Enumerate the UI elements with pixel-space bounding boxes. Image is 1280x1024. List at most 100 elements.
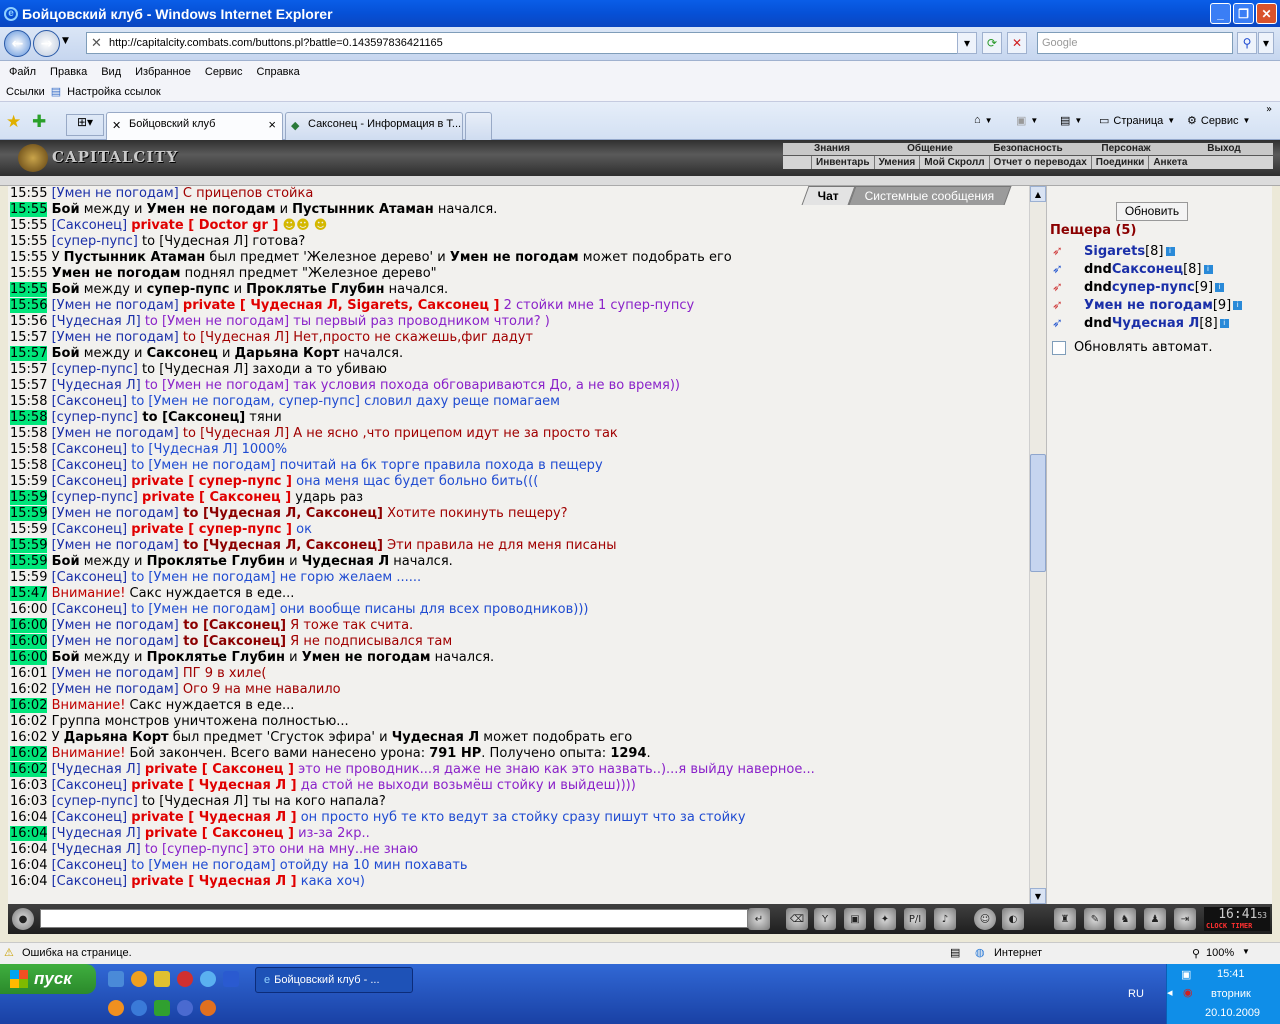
message-sender[interactable]: [Умен не погодам] bbox=[52, 618, 179, 633]
chat-scrollbar[interactable]: ▲ ▼ bbox=[1029, 186, 1046, 904]
scroll-down-icon[interactable]: ▼ bbox=[1030, 888, 1046, 904]
info-icon[interactable]: i bbox=[1203, 264, 1213, 274]
message-sender[interactable]: [Умен не погодам] bbox=[52, 682, 179, 697]
message-time[interactable]: 15:58 bbox=[10, 442, 47, 457]
add-favorites-icon[interactable]: ✚ bbox=[32, 112, 46, 132]
message-sender[interactable]: [Саксонец] bbox=[52, 858, 128, 873]
quick-tabs-icon[interactable]: ⊞▾ bbox=[66, 114, 104, 136]
new-tab-button[interactable] bbox=[465, 112, 492, 140]
save-icon[interactable] bbox=[223, 971, 239, 987]
media-icon[interactable] bbox=[177, 971, 193, 987]
private-recipients[interactable]: private [ Чудесная Л ] bbox=[131, 874, 296, 889]
nav-character[interactable]: Персонаж bbox=[1077, 143, 1175, 155]
private-recipients[interactable]: private [ Саксонец ] bbox=[145, 826, 294, 841]
firefox-icon[interactable] bbox=[200, 1000, 216, 1016]
clock-time[interactable]: 15:41 bbox=[1217, 968, 1245, 980]
message-time[interactable]: 15:55 bbox=[10, 266, 47, 281]
user-name[interactable]: Чудесная Л bbox=[1112, 316, 1199, 331]
nav-communication[interactable]: Общение bbox=[881, 143, 979, 155]
message-time[interactable]: 15:59 bbox=[10, 538, 48, 553]
scroll-thumb[interactable] bbox=[1030, 454, 1046, 572]
address-dropdown-icon[interactable]: ▾ bbox=[957, 32, 977, 54]
sound-icon[interactable]: ♪ bbox=[934, 908, 956, 930]
home-button[interactable]: ⌂ ▼ bbox=[974, 114, 993, 126]
menu-favorites[interactable]: Избранное bbox=[128, 66, 198, 78]
online-user[interactable]: ➶ Умен не погодам [9] i bbox=[1052, 296, 1243, 314]
message-sender[interactable]: [Саксонец] bbox=[52, 810, 128, 825]
nav-inventory[interactable]: Инвентарь bbox=[811, 156, 874, 169]
message-time[interactable]: 16:02 bbox=[10, 746, 48, 761]
page-menu-button[interactable]: ▭ Страница ▼ bbox=[1099, 114, 1175, 128]
tray-icon[interactable]: ◂ bbox=[1167, 986, 1173, 999]
message-time[interactable]: 16:02 bbox=[10, 730, 47, 745]
private-recipients[interactable]: private [ супер-пупс ] bbox=[131, 474, 292, 489]
tab-close-icon[interactable]: × bbox=[268, 117, 276, 132]
tab-chat[interactable]: Чат bbox=[801, 186, 856, 205]
message-sender[interactable]: [Чудесная Л] bbox=[52, 842, 141, 857]
online-user[interactable]: ➶ dnd Саксонец [8] i bbox=[1052, 260, 1213, 278]
message-sender[interactable]: [супер-пупс] bbox=[52, 410, 138, 425]
print-button[interactable]: ▤ ▼ bbox=[1060, 114, 1082, 127]
search-input[interactable]: Google bbox=[1037, 32, 1233, 54]
menu-tools[interactable]: Сервис bbox=[198, 66, 250, 78]
message-sender[interactable]: [супер-пупс] bbox=[52, 794, 138, 809]
message-time[interactable]: 15:56 bbox=[10, 314, 47, 329]
message-sender[interactable]: [Саксонец] bbox=[52, 874, 128, 889]
nav-fights[interactable]: Поединки bbox=[1090, 156, 1149, 169]
message-time[interactable]: 16:00 bbox=[10, 618, 48, 633]
user-action-icon[interactable]: ➶ bbox=[1052, 316, 1076, 331]
checkbox-box[interactable] bbox=[1052, 340, 1066, 355]
nav-my-scroll[interactable]: Мой Скролл bbox=[919, 156, 988, 169]
nav-security[interactable]: Безопасность bbox=[979, 143, 1077, 155]
exit-icon[interactable]: ⇥ bbox=[1174, 908, 1196, 930]
app-icon[interactable] bbox=[177, 1000, 193, 1016]
scroll-icon[interactable]: ✎ bbox=[1084, 908, 1106, 930]
message-sender[interactable]: [Чудесная Л] bbox=[52, 314, 141, 329]
chat-mode-icon[interactable]: ● bbox=[12, 908, 34, 930]
refresh-button[interactable]: Обновить bbox=[1116, 202, 1188, 221]
message-time[interactable]: 15:58 bbox=[10, 394, 47, 409]
message-time[interactable]: 16:03 bbox=[10, 794, 47, 809]
message-time[interactable]: 15:58 bbox=[10, 458, 47, 473]
more-chevron-icon[interactable]: » bbox=[1266, 104, 1272, 115]
message-time[interactable]: 15:59 bbox=[10, 490, 48, 505]
pause-icon[interactable]: P/I bbox=[904, 908, 926, 930]
favorites-star-icon[interactable]: ★ bbox=[6, 112, 21, 132]
message-sender[interactable]: [супер-пупс] bbox=[52, 490, 138, 505]
taskbar-item-ie[interactable]: e Бойцовский клуб - ... bbox=[255, 967, 413, 993]
message-sender[interactable]: [Умен не погодам] bbox=[52, 298, 179, 313]
start-button[interactable]: пуск bbox=[0, 964, 96, 994]
bag-icon[interactable]: ♜ bbox=[1054, 908, 1076, 930]
message-time[interactable]: 16:04 bbox=[10, 842, 47, 857]
private-recipients[interactable]: private [ Чудесная Л, Sigarets, Саксонец… bbox=[183, 298, 500, 313]
private-recipients[interactable]: private [ Саксонец ] bbox=[145, 762, 294, 777]
tray-icon[interactable]: ◉ bbox=[1183, 986, 1193, 999]
tab-system-messages[interactable]: Системные сообщения bbox=[848, 186, 1011, 205]
message-sender[interactable]: [Саксонец] bbox=[52, 442, 128, 457]
feeds-button[interactable]: ▣ ▼ bbox=[1016, 114, 1038, 127]
message-sender[interactable]: [Умен не погодам] bbox=[52, 330, 179, 345]
message-time[interactable]: 16:04 bbox=[10, 826, 48, 841]
desktop-icon[interactable] bbox=[108, 971, 124, 987]
message-time[interactable]: 15:59 bbox=[10, 554, 48, 569]
maximize-button[interactable]: ❐ bbox=[1233, 3, 1254, 24]
save-icon[interactable]: ▣ bbox=[844, 908, 866, 930]
message-sender[interactable]: [Умен не погодам] bbox=[52, 506, 179, 521]
private-recipients[interactable]: private [ Саксонец ] bbox=[142, 490, 291, 505]
message-sender[interactable]: [Умен не погодам] bbox=[52, 666, 179, 681]
message-time[interactable]: 16:03 bbox=[10, 778, 47, 793]
online-user[interactable]: ➶ Sigarets [8] i bbox=[1052, 242, 1175, 260]
message-time[interactable]: 15:55 bbox=[10, 218, 47, 233]
nav-knowledge[interactable]: Знания bbox=[783, 143, 881, 155]
language-indicator[interactable]: RU bbox=[1128, 988, 1144, 1000]
private-recipients[interactable]: private [ Чудесная Л ] bbox=[131, 778, 296, 793]
app-icon[interactable] bbox=[154, 1000, 170, 1016]
message-sender[interactable]: [Чудесная Л] bbox=[52, 378, 141, 393]
message-input[interactable] bbox=[40, 909, 748, 928]
history-dropdown-icon[interactable]: ▼ bbox=[62, 36, 69, 46]
app-icon[interactable] bbox=[131, 971, 147, 987]
search-options-icon[interactable]: ▾ bbox=[1258, 32, 1274, 54]
message-sender[interactable]: [Умен не погодам] bbox=[52, 634, 179, 649]
message-time[interactable]: 16:00 bbox=[10, 650, 48, 665]
message-time[interactable]: 16:02 bbox=[10, 762, 48, 777]
